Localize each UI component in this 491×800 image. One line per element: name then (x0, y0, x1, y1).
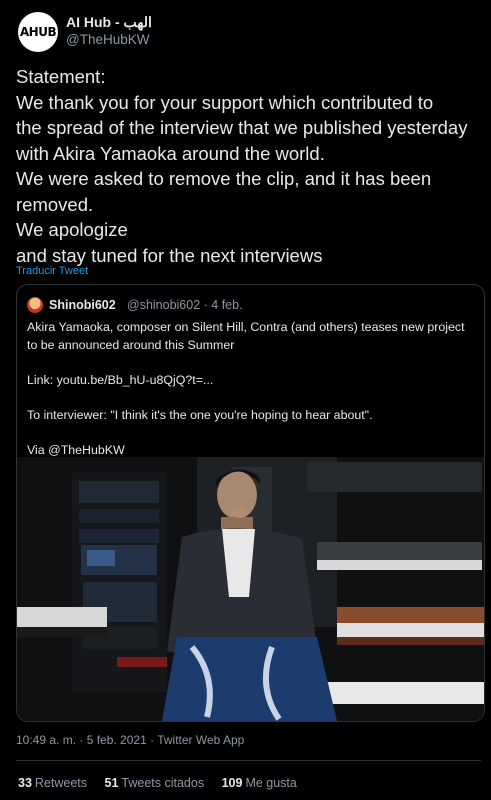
quoted-text-line: Akira Yamaoka, composer on Silent Hill, … (27, 320, 465, 352)
quoted-link-line[interactable]: Link: youtu.be/Bb_hU-u8QjQ?t=... (27, 372, 477, 390)
quote-tweets-label[interactable]: Tweets citados (121, 776, 204, 790)
tweet-line: We were asked to remove the clip, and it… (16, 168, 432, 189)
tweet-line: Statement: (16, 66, 106, 87)
author-avatar[interactable]: AHUB (18, 12, 58, 52)
tweet-line: removed. (16, 193, 94, 215)
tweet-stats: 33 Retweets 51 Tweets citados 109 Me gusta (18, 776, 297, 790)
quoted-author-avatar[interactable] (27, 297, 43, 313)
author-handle[interactable]: @TheHubKW (66, 32, 149, 47)
quoted-author-name[interactable]: Shinobi602 (49, 298, 116, 312)
tweet-text: Statement: We thank you for your support… (16, 64, 481, 268)
quoted-tweet-photo[interactable] (17, 457, 484, 721)
quoted-text-line: To interviewer: "I think it's the one yo… (27, 407, 373, 422)
tweet-header: AHUB AI Hub - الهب @TheHubKW (18, 12, 478, 52)
tweet-line: We apologize (16, 219, 128, 240)
divider (16, 760, 481, 761)
tweet-line: with Akira Yamaoka around the world. (16, 142, 325, 164)
studio-photo-illustration (17, 457, 484, 721)
tweet-line: We thank you for your support which cont… (16, 91, 434, 113)
likes-count[interactable]: 109 (222, 776, 243, 790)
quoted-tweet[interactable]: Shinobi602 @shinobi602 · 4 feb. Akira Ya… (16, 284, 485, 722)
quoted-tweet-text: Akira Yamaoka, composer on Silent Hill, … (27, 319, 477, 459)
tweet-line: the spread of the interview that we publ… (16, 117, 468, 138)
retweets-label[interactable]: Retweets (35, 776, 87, 790)
quote-tweets-count[interactable]: 51 (105, 776, 119, 790)
author-avatar-logo: AHUB (19, 25, 57, 39)
author-name[interactable]: AI Hub - الهب (66, 14, 152, 31)
tweet-timestamp[interactable]: 10:49 a. m. · 5 feb. 2021 · Twitter Web … (16, 733, 244, 747)
likes-label[interactable]: Me gusta (245, 776, 296, 790)
quoted-author-handle-date: @shinobi602 · 4 feb. (127, 298, 243, 312)
retweets-count[interactable]: 33 (18, 776, 32, 790)
translate-tweet-link[interactable]: Traducir Tweet (16, 265, 88, 277)
